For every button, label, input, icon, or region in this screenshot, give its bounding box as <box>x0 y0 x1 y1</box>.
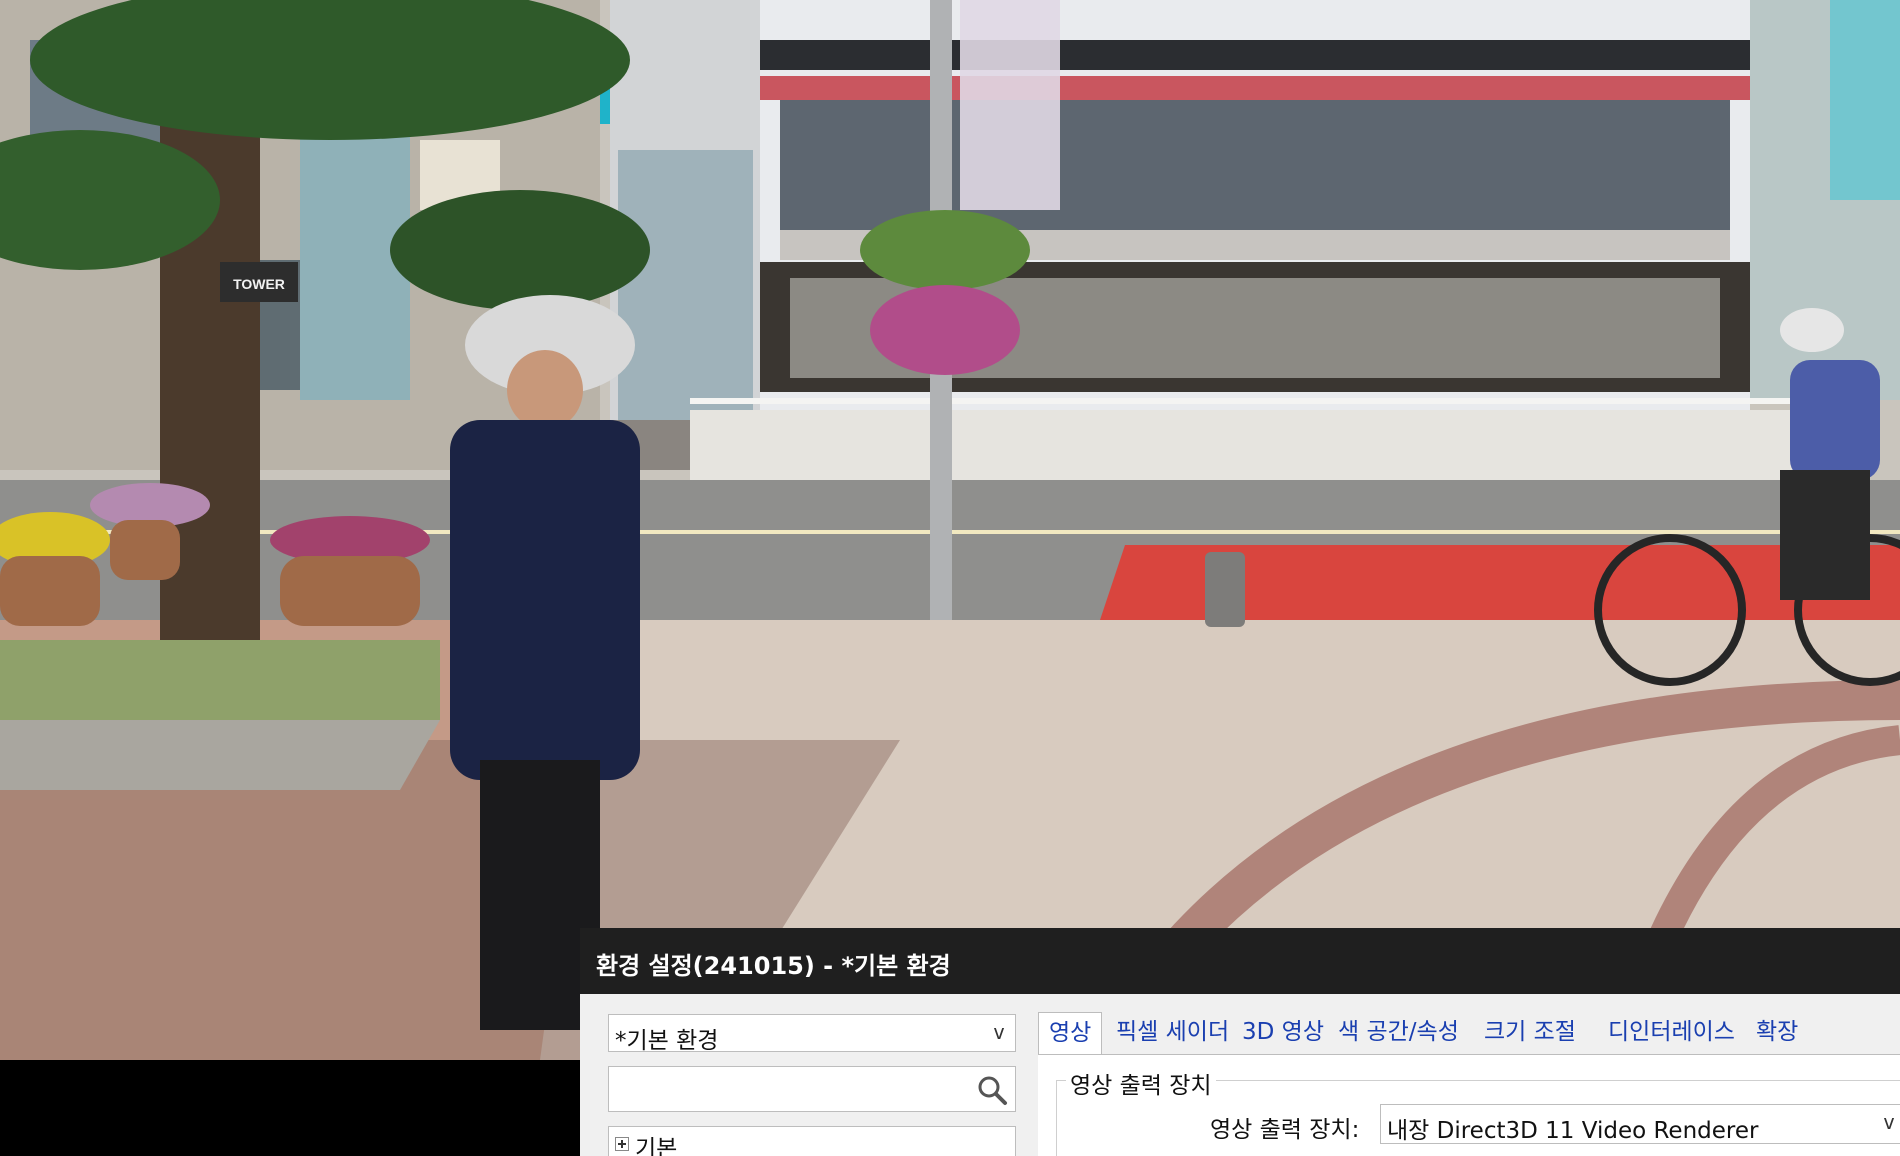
tree-item-basic[interactable]: 기본 <box>635 1129 677 1156</box>
tab-3d-video[interactable]: 3D 영상 <box>1232 1012 1334 1052</box>
profile-select[interactable]: *기본 환경 v <box>608 1014 1016 1054</box>
renderer-label: 영상 출력 장치: <box>1210 1117 1360 1143</box>
profile-select-value: *기본 환경 <box>615 1028 719 1054</box>
chevron-down-icon: v <box>992 1020 1005 1044</box>
dialog-titlebar[interactable]: 환경 설정(241015) - *기본 환경 <box>580 928 1900 994</box>
tab-extension[interactable]: 확장 <box>1746 1012 1808 1052</box>
renderer-select[interactable]: 내장 Direct3D 11 Video Renderer v <box>1380 1104 1900 1144</box>
settings-dialog: 환경 설정(241015) - *기본 환경 *기본 환경 v 기본 영상 픽셀… <box>580 928 1900 1156</box>
group-title: 영상 출력 장치 <box>1066 1066 1216 1100</box>
tab-deinterlace[interactable]: 디인터레이스 <box>1598 1012 1745 1052</box>
dialog-title: 환경 설정(241015) - *기본 환경 <box>596 952 951 980</box>
tab-pixel-shader[interactable]: 픽셀 세이더 <box>1106 1012 1239 1052</box>
tower-sign-text: TOWER <box>233 276 285 292</box>
settings-search-input[interactable] <box>608 1066 1016 1112</box>
renderer-select-value: 내장 Direct3D 11 Video Renderer <box>1387 1118 1759 1144</box>
tab-resize[interactable]: 크기 조절 <box>1474 1012 1586 1052</box>
settings-tree: 기본 <box>608 1126 1016 1156</box>
video-frame: TOWER <box>0 0 1900 1060</box>
settings-tabs: 영상 픽셀 세이더 3D 영상 색 공간/속성 크기 조절 디인터레이스 확장 <box>1038 1012 1900 1056</box>
tree-expand-icon[interactable] <box>615 1137 629 1151</box>
chevron-down-icon: v <box>1882 1110 1895 1134</box>
tab-video[interactable]: 영상 <box>1038 1012 1103 1056</box>
tab-color-space[interactable]: 색 공간/속성 <box>1328 1012 1469 1052</box>
search-icon[interactable] <box>975 1073 1009 1107</box>
